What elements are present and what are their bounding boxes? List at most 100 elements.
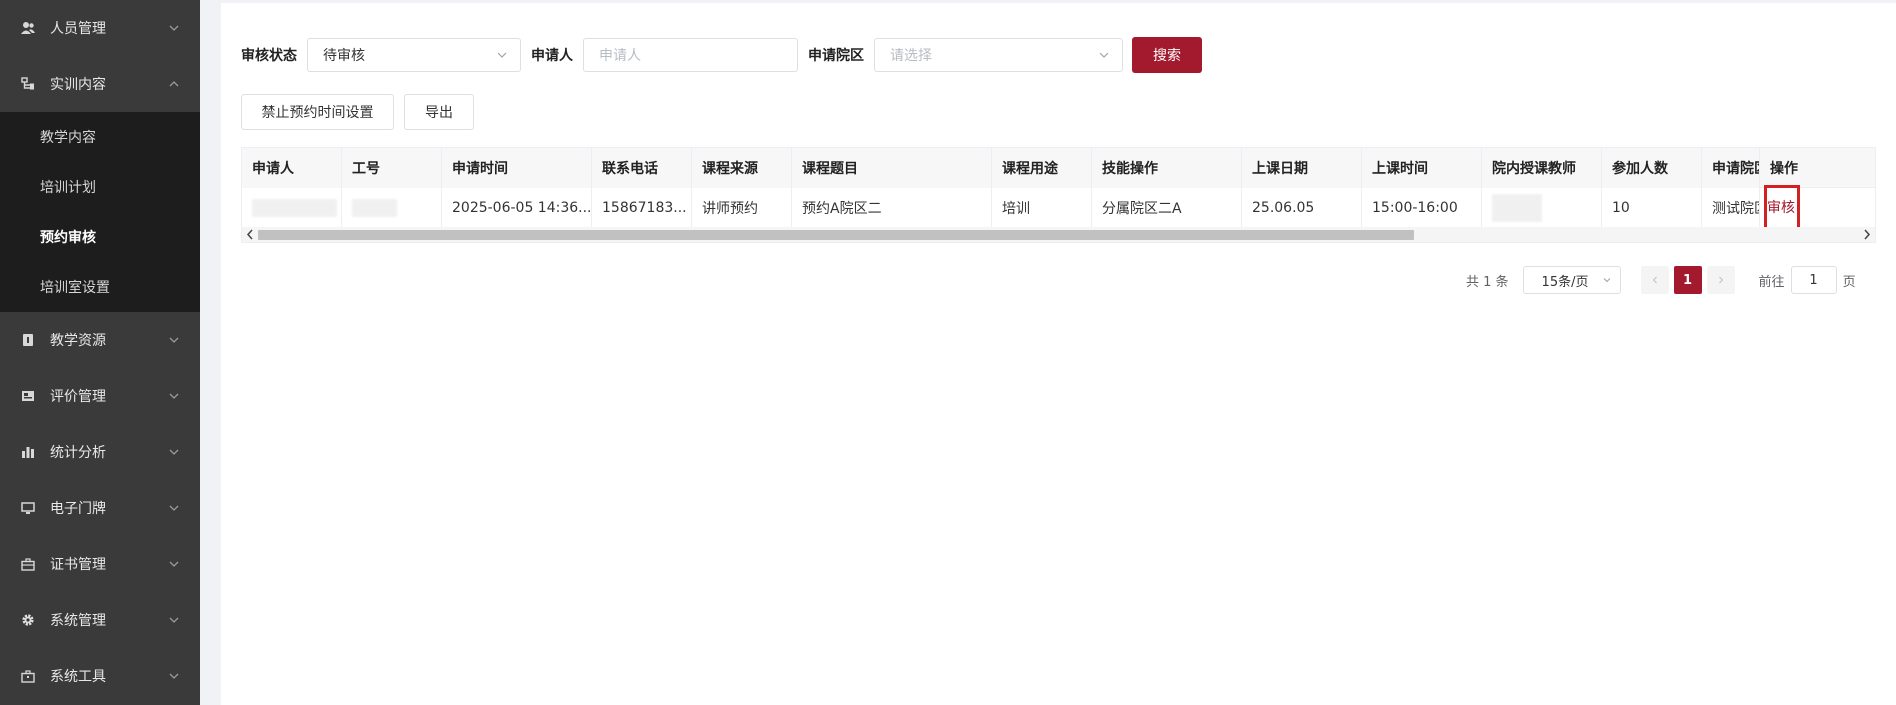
table-row: 2025-06-05 14:36... 15867183... 讲师预约 预约A… xyxy=(242,188,1842,228)
cell-participants: 10 xyxy=(1602,188,1702,227)
sidebar-item-training-plan[interactable]: 培训计划 xyxy=(0,162,200,212)
col-participants: 参加人数 xyxy=(1602,148,1702,188)
sidebar: 人员管理 实训内容 教学内容 培训计划 预约审核 培训室设置 教学资源 评价管理… xyxy=(0,0,200,705)
goto-suffix: 页 xyxy=(1842,274,1856,290)
col-operation: 操作 xyxy=(1760,148,1875,188)
applicant-input-placeholder: 申请人 xyxy=(599,48,641,64)
fixed-operation-column: 操作 审核 xyxy=(1759,148,1875,230)
scrollbar-thumb[interactable] xyxy=(258,230,1414,240)
users-icon xyxy=(20,20,36,36)
scroll-left-icon[interactable] xyxy=(245,229,255,240)
export-button[interactable]: 导出 xyxy=(404,94,474,130)
status-select[interactable]: 待审核 xyxy=(307,38,521,72)
cell-instructor xyxy=(1482,188,1602,227)
sidebar-item-door-sign[interactable]: 电子门牌 xyxy=(0,480,200,536)
chevron-down-icon xyxy=(169,393,179,399)
book-icon xyxy=(20,332,36,348)
evaluation-icon xyxy=(20,388,36,404)
chevron-right-icon xyxy=(1718,276,1723,284)
applicant-filter-label: 申请人 xyxy=(531,48,573,64)
next-page-button[interactable] xyxy=(1706,266,1735,294)
reservation-table: 申请人 工号 申请时间 联系电话 课程来源 课程题目 课程用途 技能操作 上课日… xyxy=(241,147,1876,243)
col-class-date: 上课日期 xyxy=(1242,148,1362,188)
tree-icon xyxy=(20,76,36,92)
campus-select-placeholder: 请选择 xyxy=(890,48,932,64)
col-applicant: 申请人 xyxy=(242,148,342,188)
table-header: 申请人 工号 申请时间 联系电话 课程来源 课程题目 课程用途 技能操作 上课日… xyxy=(242,148,1842,189)
sidebar-item-label: 人员管理 xyxy=(50,21,106,37)
chevron-down-icon xyxy=(169,673,179,679)
chevron-down-icon xyxy=(169,337,179,343)
redacted-text xyxy=(252,198,337,217)
cell-employee-id xyxy=(342,188,442,227)
cell-course-title: 预约A院区二 xyxy=(792,188,992,227)
chevron-down-icon xyxy=(1099,52,1109,58)
search-button[interactable]: 搜索 xyxy=(1132,37,1202,73)
sidebar-item-label: 评价管理 xyxy=(50,389,106,405)
chevron-down-icon xyxy=(169,505,179,511)
cell-class-time: 15:00-16:00 xyxy=(1362,188,1482,227)
sidebar-item-label: 证书管理 xyxy=(50,557,106,573)
forbid-time-settings-button[interactable]: 禁止预约时间设置 xyxy=(241,94,394,130)
action-bar: 禁止预约时间设置 导出 xyxy=(241,94,474,130)
col-class-time: 上课时间 xyxy=(1362,148,1482,188)
col-course-source: 课程来源 xyxy=(692,148,792,188)
bar-chart-icon xyxy=(20,444,36,460)
chevron-down-icon xyxy=(169,617,179,623)
review-link[interactable]: 审核 xyxy=(1764,185,1800,230)
status-filter-label: 审核状态 xyxy=(241,48,297,64)
page-number-button[interactable]: 1 xyxy=(1673,266,1702,294)
campus-filter-label: 申请院区 xyxy=(808,48,864,64)
sidebar-item-label: 系统管理 xyxy=(50,613,106,629)
briefcase-icon xyxy=(20,556,36,572)
sidebar-item-label: 教学资源 xyxy=(50,333,106,349)
chevron-up-icon xyxy=(169,81,179,87)
chevron-down-icon xyxy=(169,561,179,567)
scroll-right-icon[interactable] xyxy=(1862,229,1872,240)
sidebar-item-evaluation[interactable]: 评价管理 xyxy=(0,368,200,424)
col-employee-id: 工号 xyxy=(342,148,442,188)
pagination: 共 1 条 15条/页 1 前往 1 页 xyxy=(1466,265,1856,295)
sidebar-item-personnel[interactable]: 人员管理 xyxy=(0,0,200,56)
sidebar-item-statistics[interactable]: 统计分析 xyxy=(0,424,200,480)
redacted-text xyxy=(1492,193,1542,222)
sidebar-item-certificates[interactable]: 证书管理 xyxy=(0,536,200,592)
toolbox-icon xyxy=(20,668,36,684)
col-apply-time: 申请时间 xyxy=(442,148,592,188)
submenu-training-content: 教学内容 培训计划 预约审核 培训室设置 xyxy=(0,112,200,312)
sidebar-item-label: 系统工具 xyxy=(50,669,106,685)
sidebar-item-reservation-review[interactable]: 预约审核 xyxy=(0,212,200,262)
monitor-icon xyxy=(20,500,36,516)
horizontal-scrollbar[interactable] xyxy=(242,227,1875,242)
cell-course-source: 讲师预约 xyxy=(692,188,792,227)
cell-course-purpose: 培训 xyxy=(992,188,1092,227)
sidebar-item-label: 电子门牌 xyxy=(50,501,106,517)
sidebar-item-teaching-resources[interactable]: 教学资源 xyxy=(0,312,200,368)
page-size-value: 15条/页 xyxy=(1541,274,1589,290)
sidebar-item-teaching-content[interactable]: 教学内容 xyxy=(0,112,200,162)
sidebar-item-label: 统计分析 xyxy=(50,445,106,461)
chevron-down-icon xyxy=(169,449,179,455)
col-skill-operation: 技能操作 xyxy=(1092,148,1242,188)
col-course-title: 课程题目 xyxy=(792,148,992,188)
sidebar-item-training-room-settings[interactable]: 培训室设置 xyxy=(0,262,200,312)
chevron-left-icon xyxy=(1652,276,1657,284)
col-phone: 联系电话 xyxy=(592,148,692,188)
prev-page-button[interactable] xyxy=(1640,266,1669,294)
sidebar-item-system-tools[interactable]: 系统工具 xyxy=(0,648,200,704)
cell-class-date: 25.06.05 xyxy=(1242,188,1362,227)
campus-select[interactable]: 请选择 xyxy=(874,38,1123,72)
sidebar-item-training-content[interactable]: 实训内容 xyxy=(0,56,200,112)
sidebar-item-label: 实训内容 xyxy=(50,77,106,93)
page-size-select[interactable]: 15条/页 xyxy=(1522,266,1621,294)
pagination-total: 共 1 条 xyxy=(1466,274,1509,290)
applicant-input[interactable]: 申请人 xyxy=(583,38,798,72)
goto-page-input[interactable]: 1 xyxy=(1790,266,1837,294)
goto-label: 前往 xyxy=(1758,274,1785,290)
sidebar-item-system-management[interactable]: 系统管理 xyxy=(0,592,200,648)
cell-phone: 15867183... xyxy=(592,188,692,227)
main-content: 审核状态 待审核 申请人 申请人 申请院区 请选择 搜索 禁止预约时间设置 导出… xyxy=(221,3,1896,705)
col-instructor: 院内授课教师 xyxy=(1482,148,1602,188)
status-select-value: 待审核 xyxy=(323,48,365,64)
cell-applicant xyxy=(242,188,342,227)
